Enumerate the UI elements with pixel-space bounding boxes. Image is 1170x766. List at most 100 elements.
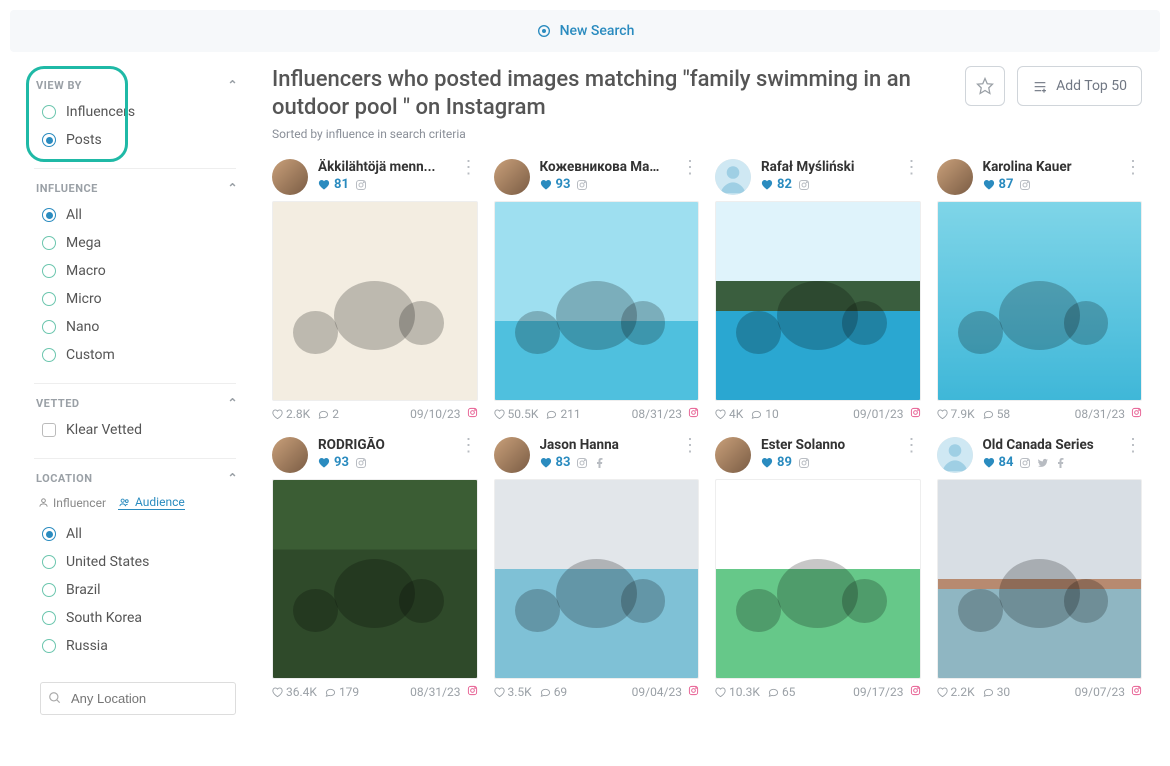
influencer-name[interactable]: Jason Hanna (540, 437, 660, 453)
influence-option-label: All (66, 207, 82, 223)
location-tab-influencer-label: Influencer (53, 496, 106, 510)
location-option-south-korea[interactable]: South Korea (42, 604, 238, 632)
radio-icon (42, 320, 56, 334)
influencer-name[interactable]: RODRIGÃO (318, 437, 438, 453)
new-search-bar[interactable]: New Search (10, 10, 1160, 52)
post-thumbnail[interactable] (937, 201, 1143, 401)
influence-option-macro[interactable]: Macro (42, 257, 238, 285)
avatar[interactable] (494, 159, 530, 195)
heart-icon (540, 179, 552, 191)
location-option-russia[interactable]: Russia (42, 632, 238, 660)
influencer-name[interactable]: Karolina Kauer (983, 159, 1103, 175)
influencer-name[interactable]: Old Canada Series (983, 437, 1103, 453)
platform-badge (910, 685, 921, 699)
card-menu-button[interactable]: ⋮ (460, 163, 478, 172)
section-influence-header[interactable]: INFLUENCE ⌃ (14, 169, 256, 201)
vetted-label: Klear Vetted (66, 422, 142, 438)
influence-option-label: Macro (66, 263, 106, 279)
influence-option-all[interactable]: All (42, 201, 238, 229)
card-menu-button[interactable]: ⋮ (903, 441, 921, 450)
influence-option-label: Mega (66, 235, 101, 251)
post-date: 09/01/23 (853, 407, 903, 421)
avatar[interactable] (715, 437, 751, 473)
viewby-option-influencers[interactable]: Influencers (42, 98, 238, 126)
comments-count: 179 (325, 685, 359, 699)
vetted-checkbox[interactable]: Klear Vetted (42, 416, 238, 444)
viewby-option-posts[interactable]: Posts (42, 126, 238, 154)
section-location-label: LOCATION (36, 472, 93, 485)
radio-icon (42, 133, 56, 147)
influence-option-custom[interactable]: Custom (42, 341, 238, 369)
add-top-button[interactable]: Add Top 50 (1017, 66, 1142, 106)
avatar[interactable] (715, 159, 751, 195)
post-thumbnail[interactable] (272, 201, 478, 401)
avatar-placeholder-icon (715, 159, 751, 195)
radio-icon (42, 208, 56, 222)
radio-icon (42, 527, 56, 541)
platform-badge (1131, 407, 1142, 421)
instagram-icon (576, 457, 588, 469)
card-menu-button[interactable]: ⋮ (681, 441, 699, 450)
social-icons (798, 457, 810, 469)
instagram-icon (576, 179, 588, 191)
post-thumbnail[interactable] (494, 201, 700, 401)
card-menu-button[interactable]: ⋮ (460, 441, 478, 450)
post-thumbnail[interactable] (272, 479, 478, 679)
avatar[interactable] (937, 437, 973, 473)
location-tab-audience[interactable]: Audience (118, 495, 185, 510)
heart-icon (540, 457, 552, 469)
location-option-united-states[interactable]: United States (42, 548, 238, 576)
influence-option-micro[interactable]: Micro (42, 285, 238, 313)
post-date: 08/31/23 (410, 685, 460, 699)
radio-icon (42, 348, 56, 362)
card-menu-button[interactable]: ⋮ (1124, 163, 1142, 172)
section-viewby-header[interactable]: VIEW BY ⌃ (14, 66, 256, 98)
avatar[interactable] (937, 159, 973, 195)
influencer-name[interactable]: Ester Solanno (761, 437, 881, 453)
favorite-button[interactable] (965, 66, 1005, 106)
comments-count: 10 (751, 407, 779, 421)
location-option-brazil[interactable]: Brazil (42, 576, 238, 604)
location-tab-audience-label: Audience (135, 495, 185, 509)
card-menu-button[interactable]: ⋮ (1124, 441, 1142, 450)
post-thumbnail[interactable] (715, 479, 921, 679)
heart-icon (983, 179, 995, 191)
avatar[interactable] (494, 437, 530, 473)
influencer-name[interactable]: Кожевникова Ма... (540, 159, 660, 175)
like-icon (494, 687, 505, 698)
star-icon (976, 77, 994, 95)
search-icon (48, 691, 62, 705)
instagram-icon (1131, 407, 1142, 418)
instagram-icon (467, 685, 478, 696)
radio-icon (42, 583, 56, 597)
platform-badge (910, 407, 921, 421)
location-option-all[interactable]: All (42, 520, 238, 548)
post-card: Old Canada Series 84⋮2.2K3009/07/23 (937, 437, 1143, 699)
post-thumbnail[interactable] (715, 201, 921, 401)
post-date: 08/31/23 (632, 407, 682, 421)
comment-icon (325, 687, 336, 698)
location-option-label: Brazil (66, 582, 101, 598)
influence-score: 81 (318, 177, 349, 192)
person-icon (38, 497, 49, 508)
facebook-icon (1055, 457, 1067, 469)
avatar[interactable] (272, 159, 308, 195)
influencer-name[interactable]: Äkkilähtöjä menn... (318, 159, 438, 175)
location-search-input[interactable] (40, 682, 236, 715)
influence-option-mega[interactable]: Mega (42, 229, 238, 257)
post-thumbnail[interactable] (937, 479, 1143, 679)
influence-option-nano[interactable]: Nano (42, 313, 238, 341)
card-menu-button[interactable]: ⋮ (681, 163, 699, 172)
section-vetted-header[interactable]: VETTED ⌃ (14, 384, 256, 416)
influence-option-label: Nano (66, 319, 99, 335)
likes-count: 2.2K (937, 685, 975, 699)
card-menu-button[interactable]: ⋮ (903, 163, 921, 172)
section-location-header[interactable]: LOCATION ⌃ (14, 459, 256, 491)
platform-badge (467, 407, 478, 421)
avatar[interactable] (272, 437, 308, 473)
influencer-name[interactable]: Rafał Myśliński (761, 159, 881, 175)
post-thumbnail[interactable] (494, 479, 700, 679)
location-tab-influencer[interactable]: Influencer (38, 495, 106, 510)
influence-score: 82 (761, 177, 792, 192)
comment-icon (983, 409, 994, 420)
